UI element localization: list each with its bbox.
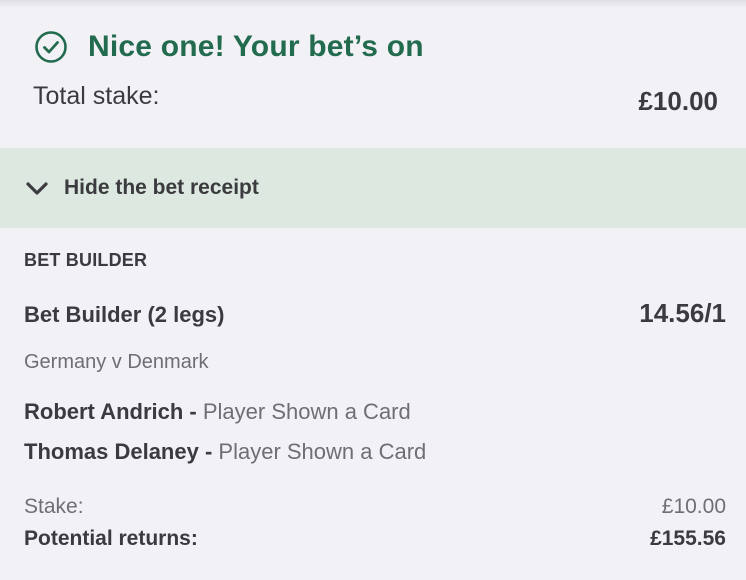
potential-returns-row: Potential returns: £155.56	[24, 527, 726, 551]
bet-leg: Thomas Delaney - Player Shown a Card	[24, 439, 426, 465]
bet-odds: 14.56/1	[639, 298, 726, 328]
total-stake-label: Total stake:	[33, 82, 160, 110]
chevron-down-icon	[24, 175, 50, 201]
top-shadow	[0, 0, 746, 8]
event-name: Germany v Denmark	[24, 351, 209, 373]
total-stake-row: Total stake: £10.00	[33, 80, 718, 116]
check-circle-icon	[34, 30, 68, 64]
bet-name: Bet Builder (2 legs)	[24, 302, 225, 327]
leg-player: Robert Andrich	[24, 399, 184, 424]
bet-row: Bet Builder (2 legs) 14.56/1	[24, 298, 726, 329]
hide-receipt-label: Hide the bet receipt	[64, 176, 259, 199]
leg-separator: -	[198, 439, 219, 464]
confirmation-header: Nice one! Your bet’s on	[34, 30, 424, 64]
leg-market: Player Shown a Card	[202, 399, 411, 424]
potential-returns-value: £155.56	[650, 527, 726, 550]
potential-returns-label: Potential returns:	[24, 527, 198, 550]
stake-label: Stake:	[24, 495, 84, 518]
leg-market: Player Shown a Card	[218, 439, 427, 464]
confirmation-message: Nice one! Your bet’s on	[88, 30, 424, 63]
stake-value: £10.00	[661, 495, 726, 518]
hide-receipt-toggle[interactable]: Hide the bet receipt	[0, 148, 746, 228]
total-stake-value: £10.00	[638, 86, 718, 116]
leg-player: Thomas Delaney	[24, 439, 199, 464]
stake-row: Stake: £10.00	[24, 495, 726, 519]
bet-leg: Robert Andrich - Player Shown a Card	[24, 399, 411, 425]
section-title: BET BUILDER	[24, 250, 148, 270]
leg-separator: -	[183, 399, 203, 424]
